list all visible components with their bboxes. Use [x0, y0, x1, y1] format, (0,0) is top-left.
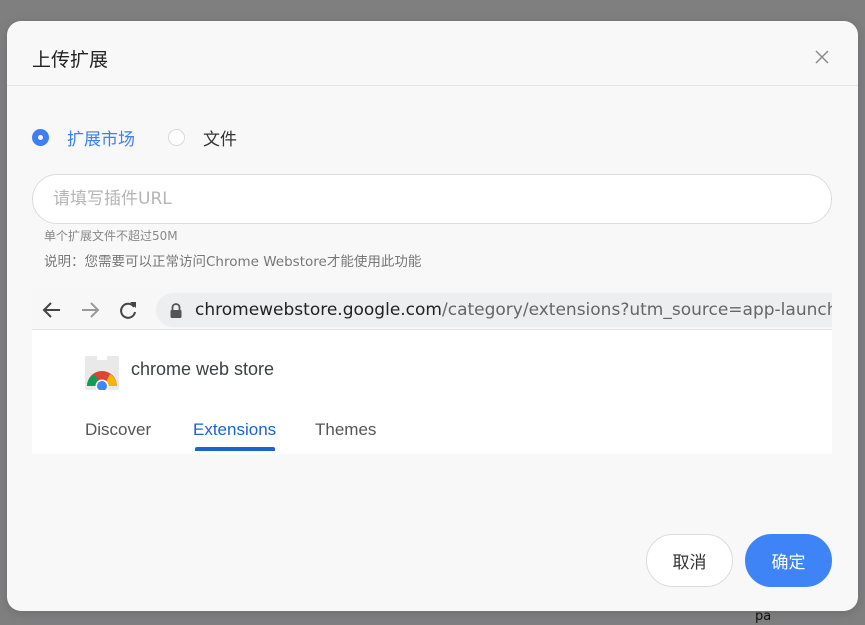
address-domain: chromewebstore.google.com: [195, 300, 442, 320]
forward-arrow-icon: [79, 299, 101, 321]
usage-note: 说明：您需要可以正常访问Chrome Webstore才能使用此功能: [44, 254, 422, 270]
confirm-button[interactable]: 确定: [745, 534, 832, 587]
radio-checked-icon[interactable]: [32, 128, 49, 146]
radio-unchecked-icon[interactable]: [168, 128, 185, 146]
radio-label-file: 文件: [203, 129, 237, 150]
store-tab-extensions: Extensions: [193, 420, 277, 439]
radio-option-store[interactable]: 扩展市场: [32, 125, 135, 150]
source-radio-group: 扩展市场 文件: [32, 125, 270, 150]
chrome-web-store-logo: [84, 356, 120, 393]
address-path: /category/extensions?utm_source=app-laun…: [442, 300, 832, 320]
size-limit-hint: 单个扩展文件不超过50M: [44, 229, 178, 243]
webstore-preview-image: chromewebstore.google.com/category/exten…: [32, 289, 832, 454]
upload-extension-dialog: 上传扩展 扩展市场 文件 单个扩展文件不超过50M 说明：您需要可以正常访问Ch…: [7, 21, 858, 611]
dialog-header: 上传扩展: [7, 21, 858, 86]
address-url: chromewebstore.google.com/category/exten…: [195, 300, 832, 320]
lock-icon: [169, 303, 183, 319]
radio-option-file[interactable]: 文件: [168, 125, 237, 150]
store-tab-discover: Discover: [85, 420, 152, 439]
address-bar: chromewebstore.google.com/category/exten…: [156, 293, 832, 327]
store-tab-themes: Themes: [315, 420, 377, 439]
store-name: chrome web store: [131, 359, 275, 379]
dialog-title: 上传扩展: [32, 49, 109, 71]
plugin-url-input[interactable]: [32, 174, 832, 224]
close-icon[interactable]: [811, 46, 833, 68]
background-text: pa: [755, 609, 772, 624]
active-tab-indicator: [195, 447, 275, 451]
cancel-button[interactable]: 取消: [646, 534, 733, 587]
browser-toolbar: chromewebstore.google.com/category/exten…: [32, 289, 832, 330]
back-arrow-icon: [41, 299, 63, 321]
radio-label-store: 扩展市场: [67, 129, 135, 150]
reload-icon: [117, 299, 139, 321]
